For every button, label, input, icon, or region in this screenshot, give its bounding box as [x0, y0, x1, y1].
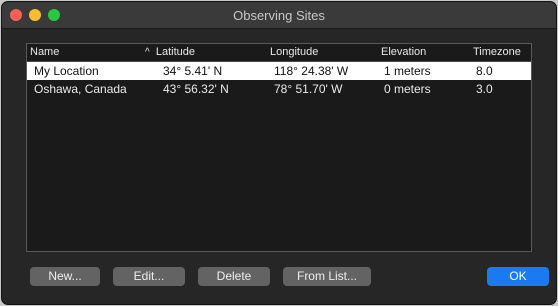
- column-header-name[interactable]: Name: [30, 46, 59, 58]
- from-list-button[interactable]: From List...: [283, 267, 371, 286]
- column-header-latitude-label: Latitude: [155, 46, 195, 58]
- longitude-cell: 78° 51.70' W: [274, 82, 343, 96]
- longitude-cell: 118° 24.38' W: [274, 64, 349, 78]
- sites-table: Name ^ Latitude Longitude Elevation Time…: [26, 43, 532, 252]
- timezone-cell: 8.0: [476, 64, 493, 78]
- latitude-cell: 34° 5.41' N: [163, 64, 223, 78]
- site-name-cell: My Location: [34, 64, 99, 78]
- column-header-timezone[interactable]: Timezone: [473, 46, 521, 58]
- table-header: Name ^ Latitude Longitude Elevation Time…: [27, 44, 531, 62]
- edit-site-button[interactable]: Edit...: [113, 267, 185, 286]
- table-row[interactable]: Oshawa, Canada 43° 56.32' N 78° 51.70' W…: [27, 80, 531, 98]
- title-bar: Observing Sites: [2, 2, 556, 29]
- site-name-cell: Oshawa, Canada: [34, 82, 127, 96]
- delete-site-button[interactable]: Delete: [198, 267, 270, 286]
- column-header-longitude[interactable]: Longitude: [270, 46, 318, 58]
- table-row[interactable]: My Location 34° 5.41' N 118° 24.38' W 1 …: [27, 62, 531, 80]
- new-site-button[interactable]: New...: [30, 267, 100, 286]
- ok-button[interactable]: OK: [487, 267, 549, 286]
- column-header-elevation[interactable]: Elevation: [381, 46, 426, 58]
- latitude-cell: 43° 56.32' N: [163, 82, 229, 96]
- column-header-latitude[interactable]: ^ Latitude: [145, 46, 195, 58]
- elevation-cell: 1 meters: [384, 64, 431, 78]
- elevation-cell: 0 meters: [384, 82, 431, 96]
- timezone-cell: 3.0: [476, 82, 493, 96]
- observing-sites-window: Observing Sites Name ^ Latitude Longitud…: [2, 2, 556, 304]
- window-title: Observing Sites: [233, 8, 325, 23]
- sort-ascending-icon: ^: [145, 47, 150, 58]
